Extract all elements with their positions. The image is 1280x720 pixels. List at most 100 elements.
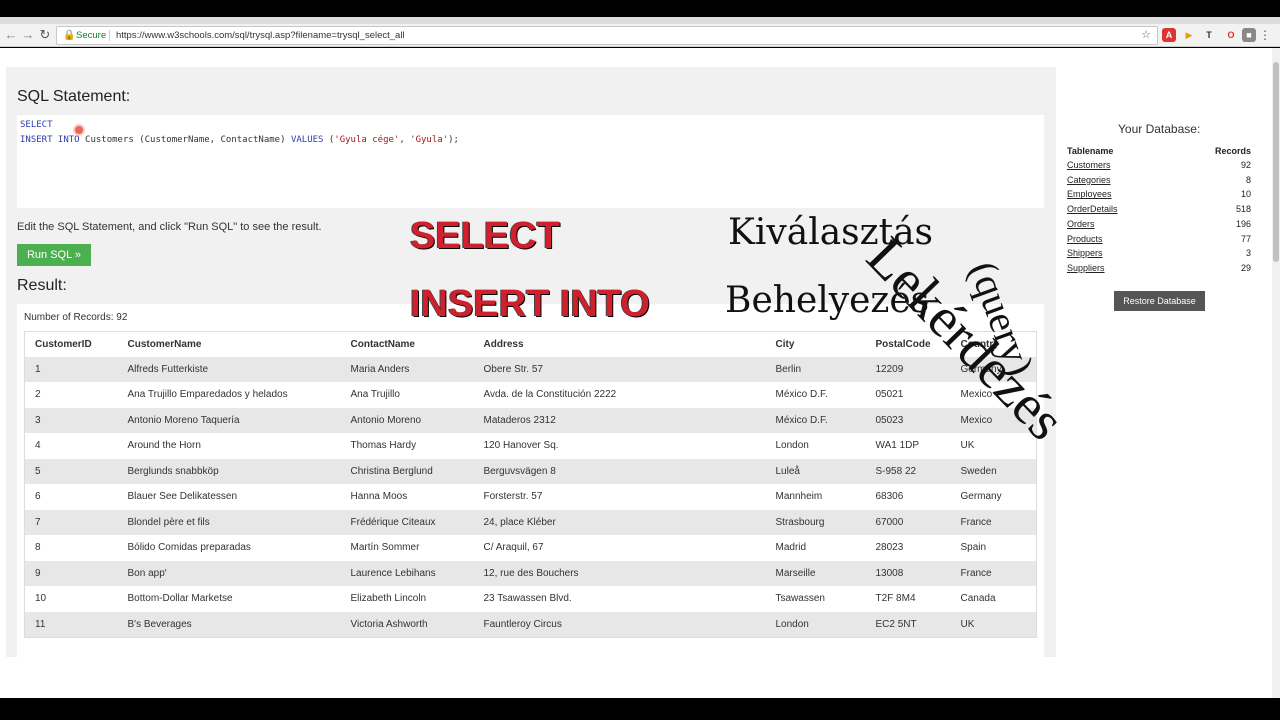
table-cell-customerid: 5 xyxy=(24,458,118,484)
bottom-black-bar xyxy=(0,698,1280,720)
reload-icon[interactable]: ↻ xyxy=(38,27,52,43)
table-cell-country: Sweden xyxy=(950,458,1037,484)
table-cell-customerid: 11 xyxy=(24,611,118,637)
table-cell-customername: Berglunds snabbköp xyxy=(117,458,341,484)
result-table: CustomerID CustomerName ContactName Addr… xyxy=(24,331,1037,638)
table-cell-city: México D.F. xyxy=(765,382,866,408)
table-cell-address: Fauntleroy Circus xyxy=(473,611,766,637)
table-cell-contactname: Antonio Moreno xyxy=(340,407,474,433)
db-table-link[interactable]: Customers xyxy=(1067,160,1111,170)
table-cell-address: Forsterstr. 57 xyxy=(473,484,766,510)
table-body: 1 Alfreds Futterkiste Maria Anders Obere St… xyxy=(24,356,1037,637)
table-cell-customerid: 8 xyxy=(24,535,118,561)
db-record-count: 3 xyxy=(1245,248,1251,259)
string-value-1: 'Gyula cége' xyxy=(334,135,400,145)
db-table-row-employees: Employees 10 xyxy=(1067,189,1251,203)
table-cell-postalcode: 68306 xyxy=(865,484,951,510)
table-cell-postalcode: EC2 5NT xyxy=(865,611,951,637)
table-cell-country: Canada xyxy=(950,586,1037,612)
db-record-count: 196 xyxy=(1235,218,1251,229)
page-scrollbar[interactable] xyxy=(1272,48,1280,698)
db-table-row-categories: Categories 8 xyxy=(1067,175,1251,189)
table-cell-postalcode: 13008 xyxy=(865,560,951,586)
db-table-row-orderdetails: OrderDetails 518 xyxy=(1067,204,1251,218)
table-cell-customername: Alfreds Futterkiste xyxy=(117,356,341,382)
back-icon[interactable]: ← xyxy=(4,27,18,43)
table-cell-city: Strasbourg xyxy=(765,509,866,535)
db-table-link[interactable]: Orders xyxy=(1067,219,1095,229)
table-cell-postalcode: 05023 xyxy=(865,407,951,433)
bookmark-star-icon[interactable]: ☆ xyxy=(1141,27,1151,44)
db-table-link[interactable]: Shippers xyxy=(1067,248,1103,258)
table-cell-contactname: Christina Berglund xyxy=(340,458,474,484)
db-record-count: 8 xyxy=(1245,174,1251,185)
col-header-customerid: CustomerID xyxy=(24,331,118,357)
sql-statement-heading: SQL Statement: xyxy=(17,88,131,105)
table-cell-postalcode: S-958 22 xyxy=(865,458,951,484)
db-table-row-shippers: Shippers 3 xyxy=(1067,248,1251,262)
table-cell-contactname: Frédérique Citeaux xyxy=(340,509,474,535)
table-cell-address: Mataderos 2312 xyxy=(473,407,766,433)
table-cell-customername: Bólido Comidas preparadas xyxy=(117,535,341,561)
table-cell-country: UK xyxy=(950,611,1037,637)
table-row: 6 Blauer See Delikatessen Hanna Moos Forste… xyxy=(24,484,1037,510)
table-cell-customerid: 6 xyxy=(24,484,118,510)
result-panel: Number of Records: 92 CustomerID Custome… xyxy=(17,304,1044,664)
table-cell-contactname: Elizabeth Lincoln xyxy=(340,586,474,612)
run-sql-button[interactable]: Run SQL » xyxy=(17,244,91,266)
table-row: 7 Blondel père et fils Frédérique Citeaux 2… xyxy=(24,509,1037,535)
table-cell-city: London xyxy=(765,433,866,459)
extension-icon-2[interactable]: ▶ xyxy=(1182,28,1196,42)
extension-icon-5[interactable]: ■ xyxy=(1242,28,1256,42)
db-table-link[interactable]: Products xyxy=(1067,234,1103,244)
extension-icon-4[interactable]: O xyxy=(1224,28,1238,42)
browser-menu-icon[interactable]: ⋮ xyxy=(1259,27,1271,43)
db-record-count: 10 xyxy=(1240,189,1251,200)
editor-hint: Edit the SQL Statement, and click "Run S… xyxy=(17,221,322,233)
overlay-select-label: SELECT xyxy=(410,215,560,257)
table-cell-customername: Around the Horn xyxy=(117,433,341,459)
table-cell-postalcode: 67000 xyxy=(865,509,951,535)
table-cell-contactname: Ana Trujillo xyxy=(340,382,474,408)
table-cell-postalcode: 12209 xyxy=(865,356,951,382)
url-text[interactable]: https://www.w3schools.com/sql/trysql.asp… xyxy=(116,27,405,44)
paren-close: ); xyxy=(448,135,459,145)
address-bar[interactable]: 🔒 Secure https://www.w3schools.com/sql/t… xyxy=(56,26,1158,45)
db-record-count: 29 xyxy=(1240,262,1251,273)
table-cell-postalcode: 05021 xyxy=(865,382,951,408)
your-database-heading: Your Database: xyxy=(1118,122,1201,136)
browser-toolbar: ← → ↻ 🔒 Secure https://www.w3schools.com… xyxy=(0,24,1280,47)
extension-icon-3[interactable]: T xyxy=(1202,28,1216,42)
editor-line-1: SELECT xyxy=(20,118,1041,133)
table-cell-postalcode: WA1 1DP xyxy=(865,433,951,459)
db-record-count: 92 xyxy=(1240,160,1251,170)
table-cell-address: Avda. de la Constitución 2222 xyxy=(473,382,766,408)
table-row: 4 Around the Horn Thomas Hardy 120 Hanover … xyxy=(24,433,1037,459)
restore-database-button[interactable]: Restore Database xyxy=(1114,291,1205,311)
table-cell-address: Obere Str. 57 xyxy=(473,356,766,382)
table-cell-country: France xyxy=(950,560,1037,586)
address-separator xyxy=(109,30,110,41)
extension-icon-1[interactable]: A xyxy=(1162,28,1176,42)
table-cell-country: France xyxy=(950,509,1037,535)
secure-label: Secure xyxy=(76,30,107,41)
table-row: 10 Bottom-Dollar Marketse Elizabeth Lincol… xyxy=(24,586,1037,612)
table-cell-customername: Blauer See Delikatessen xyxy=(117,484,341,510)
db-table-link[interactable]: Employees xyxy=(1067,189,1112,199)
db-table-row-customers: Customers 92 xyxy=(1067,160,1251,174)
sql-editor[interactable]: SELECT INSERT INTO Customers (CustomerNa… xyxy=(17,115,1044,208)
forward-icon[interactable]: → xyxy=(21,27,35,43)
table-cell-contactname: Laurence Lebihans xyxy=(340,560,474,586)
table-cell-city: Tsawassen xyxy=(765,586,866,612)
scrollbar-thumb[interactable] xyxy=(1273,62,1279,262)
db-table-link[interactable]: Suppliers xyxy=(1067,263,1105,273)
record-count: Number of Records: 92 xyxy=(24,312,128,323)
table-cell-contactname: Martín Sommer xyxy=(340,535,474,561)
db-record-count: 518 xyxy=(1235,204,1251,215)
table-cell-customername: Ana Trujillo Emparedados y helados xyxy=(117,382,341,408)
db-table-link[interactable]: Categories xyxy=(1067,175,1111,185)
comma: , xyxy=(399,135,411,145)
db-table-row-products: Products 77 xyxy=(1067,234,1251,248)
table-cell-customername: Bon app' xyxy=(117,560,341,586)
db-table-link[interactable]: OrderDetails xyxy=(1067,204,1118,214)
